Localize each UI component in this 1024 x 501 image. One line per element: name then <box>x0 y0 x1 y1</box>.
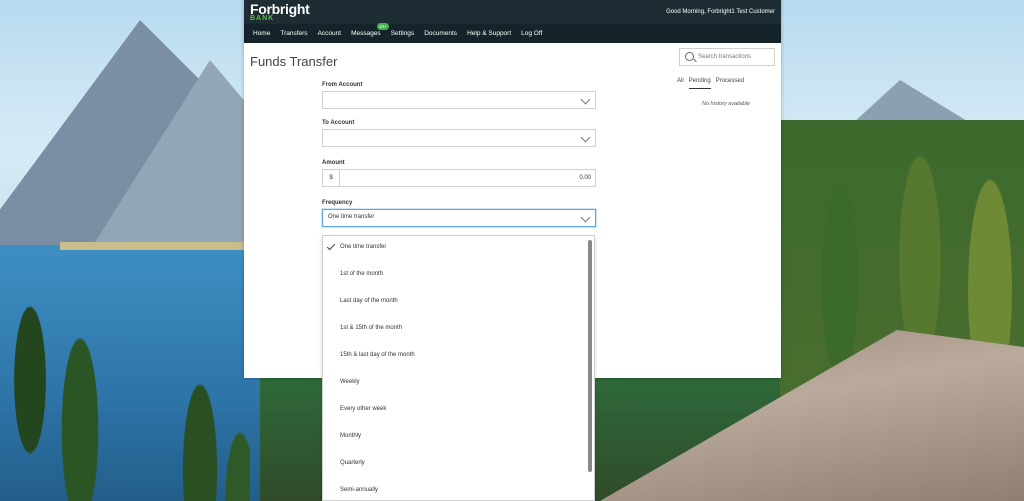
brand-name: Forbright <box>250 1 310 17</box>
search-icon <box>685 52 694 61</box>
history-tabs: All Pending Processed <box>677 78 749 89</box>
greeting-text: Good Morning, Forbright1 Test Customer <box>666 9 775 15</box>
search-transactions[interactable]: Search transactions <box>679 48 775 66</box>
brand-sub: BANK <box>250 15 275 22</box>
chevron-down-icon <box>580 212 591 223</box>
page-title: Funds Transfer <box>250 54 338 69</box>
frequency-option[interactable]: Last day of the month <box>340 298 398 304</box>
nav-documents[interactable]: Documents <box>424 30 457 37</box>
frequency-option[interactable]: Every other week <box>340 406 386 412</box>
nav-messages-label: Messages <box>351 30 381 37</box>
dropdown-scrollbar[interactable] <box>588 240 592 472</box>
nav-help-support[interactable]: Help & Support <box>467 30 511 37</box>
from-account-select[interactable] <box>322 91 596 109</box>
no-history-message: No history available <box>702 101 750 107</box>
nav-log-off[interactable]: Log Off <box>521 30 542 37</box>
frequency-dropdown-list: One time transfer 1st of the month Last … <box>322 235 595 501</box>
nav-settings[interactable]: Settings <box>391 30 415 37</box>
tab-all[interactable]: All <box>677 78 684 89</box>
to-account-select[interactable] <box>322 129 596 147</box>
tab-pending[interactable]: Pending <box>688 78 711 89</box>
frequency-option[interactable]: One time transfer <box>326 241 387 251</box>
frequency-value: One time transfer <box>328 214 375 220</box>
frequency-option-label: One time transfer <box>340 244 387 250</box>
forest-left <box>0 170 250 501</box>
frequency-option[interactable]: Semi-annually <box>340 487 378 493</box>
brand-logo[interactable]: Forbright BANK <box>250 2 310 22</box>
currency-symbol: $ <box>322 169 340 187</box>
nav-account[interactable]: Account <box>318 30 342 37</box>
frequency-select[interactable]: One time transfer <box>322 209 596 227</box>
frequency-option[interactable]: 1st of the month <box>340 271 383 277</box>
amount-row: $ 0.00 <box>322 169 596 187</box>
frequency-option[interactable]: Monthly <box>340 433 361 439</box>
frequency-option[interactable]: 15th & last day of the month <box>340 352 415 358</box>
to-account-label: To Account <box>322 120 355 126</box>
chevron-down-icon <box>580 132 591 143</box>
chevron-down-icon <box>580 94 591 105</box>
frequency-option[interactable]: Weekly <box>340 379 360 385</box>
search-placeholder: Search transactions <box>698 54 752 60</box>
nav-home[interactable]: Home <box>253 30 270 37</box>
top-bar: Forbright BANK Good Morning, Forbright1 … <box>244 0 781 24</box>
frequency-label: Frequency <box>322 200 353 206</box>
messages-badge: 10+ <box>377 23 389 30</box>
nav-messages[interactable]: Messages 10+ <box>351 23 389 37</box>
frequency-option[interactable]: 1st & 15th of the month <box>340 325 402 331</box>
from-account-label: From Account <box>322 82 363 88</box>
frequency-option[interactable]: Quarterly <box>340 460 365 466</box>
nav-transfers[interactable]: Transfers <box>280 30 307 37</box>
amount-label: Amount <box>322 160 345 166</box>
tab-processed[interactable]: Processed <box>716 78 744 89</box>
transfer-form: From Account To Account Amount $ 0.00 Fr… <box>322 80 596 227</box>
checkmark-icon <box>326 241 336 251</box>
amount-input[interactable]: 0.00 <box>340 169 596 187</box>
main-nav: Home Transfers Account Messages 10+ Sett… <box>244 23 781 43</box>
